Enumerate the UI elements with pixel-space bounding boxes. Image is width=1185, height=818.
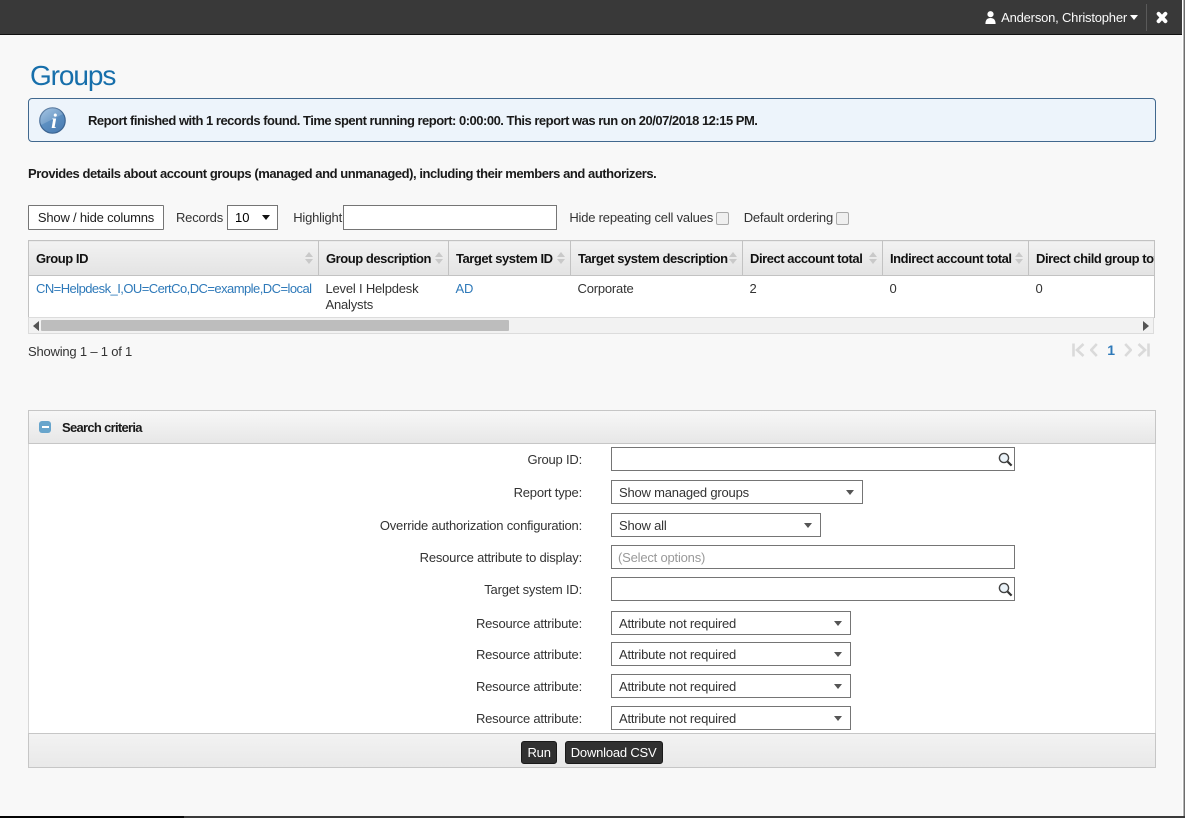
svg-text:i: i [51,109,57,133]
